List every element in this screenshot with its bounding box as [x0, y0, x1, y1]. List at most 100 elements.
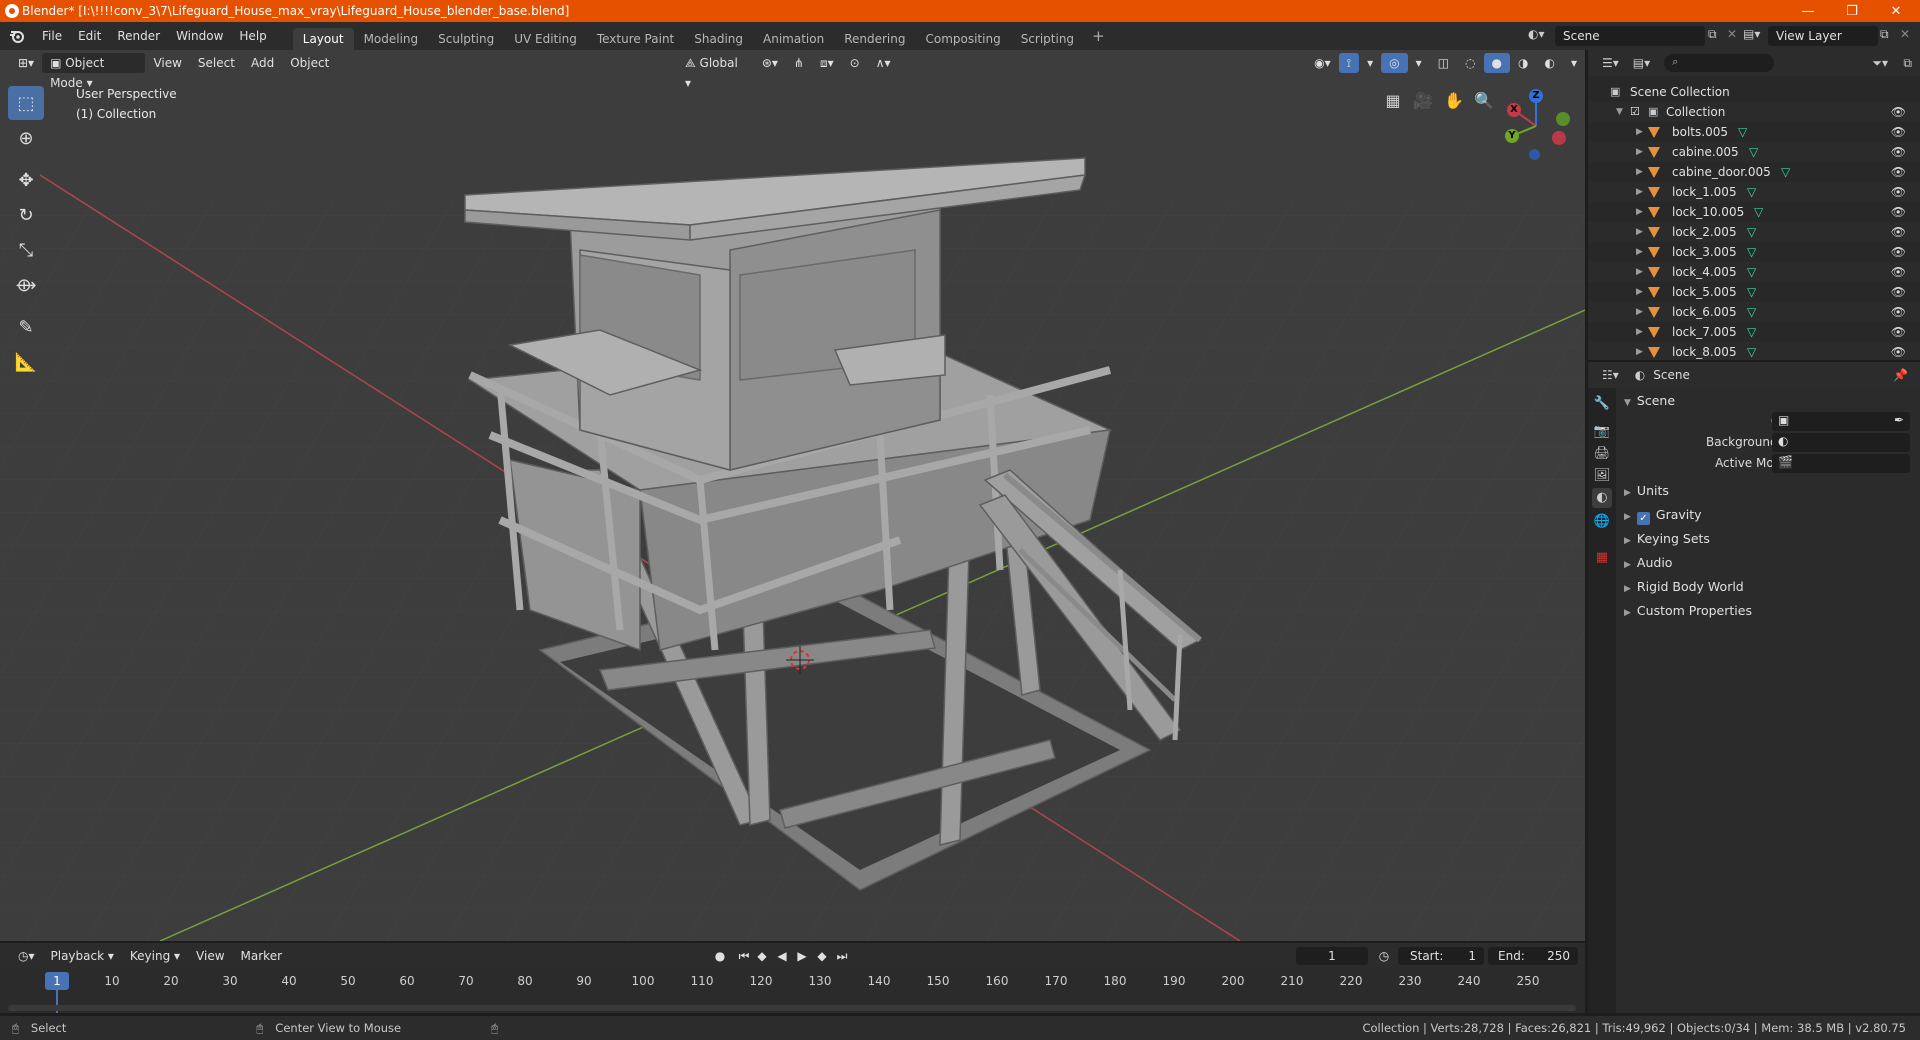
- rendered-shading-icon[interactable]: ◐: [1536, 53, 1562, 73]
- blender-menu-icon[interactable]: [0, 25, 34, 47]
- outliner-item[interactable]: ▶ lock_7.005 ▽ 👁: [1588, 322, 1920, 342]
- eye-icon[interactable]: 👁: [1891, 162, 1906, 182]
- add-workspace-icon[interactable]: +: [1084, 25, 1113, 47]
- menu-file[interactable]: File: [34, 25, 70, 47]
- outliner-item[interactable]: ▶ lock_2.005 ▽ 👁: [1588, 222, 1920, 242]
- mesh-data-icon[interactable]: ▽: [1747, 322, 1756, 342]
- material-shading-icon[interactable]: ◑: [1510, 53, 1536, 73]
- menu-view[interactable]: View: [145, 53, 189, 73]
- tab-layout[interactable]: Layout: [292, 28, 354, 50]
- new-view-layer-icon[interactable]: ⧉: [1880, 27, 1889, 42]
- background-scene-field[interactable]: ◐: [1772, 433, 1910, 452]
- annotate-tool-icon[interactable]: ✎: [8, 310, 44, 344]
- camera-field[interactable]: ▣ ✒: [1772, 412, 1910, 431]
- collapse-icon[interactable]: ▼: [1616, 102, 1623, 122]
- pan-view-icon[interactable]: ✋: [1440, 86, 1468, 114]
- neg-x-axis-icon[interactable]: [1552, 131, 1566, 145]
- maximize-button[interactable]: ❐: [1830, 0, 1874, 22]
- remove-scene-icon[interactable]: ✕: [1727, 27, 1737, 41]
- overlay-toggle-icon[interactable]: ◎: [1381, 53, 1408, 73]
- mesh-data-icon[interactable]: ▽: [1747, 182, 1756, 202]
- rotate-tool-icon[interactable]: ↻: [8, 198, 44, 232]
- menu-keying[interactable]: Keying ▾: [122, 946, 188, 966]
- jump-end-icon[interactable]: ⏭: [834, 948, 850, 964]
- outliner-item[interactable]: ▶ cabine.005 ▽ 👁: [1588, 142, 1920, 162]
- preview-range-icon[interactable]: ◷: [1376, 948, 1392, 964]
- view-layer-selector[interactable]: View Layer: [1768, 26, 1878, 46]
- tab-animation[interactable]: Animation: [753, 28, 834, 50]
- minimize-button[interactable]: —: [1786, 0, 1830, 22]
- select-box-tool-icon[interactable]: ⬚: [8, 86, 44, 120]
- outliner-search-input[interactable]: ⌕: [1664, 54, 1775, 72]
- gravity-checkbox[interactable]: ✓: [1636, 512, 1650, 525]
- zoom-view-icon[interactable]: 🔍: [1470, 86, 1498, 114]
- editor-type-icon[interactable]: ⊞▾: [10, 53, 42, 73]
- texture-tab-icon[interactable]: ▦: [1592, 548, 1612, 568]
- tab-shading[interactable]: Shading: [684, 28, 753, 50]
- expand-icon[interactable]: ▶: [1636, 202, 1643, 222]
- y-axis-icon[interactable]: Y: [1505, 129, 1519, 143]
- cursor-tool-icon[interactable]: ⊕: [8, 121, 44, 155]
- proportional-falloff-icon[interactable]: ∧▾: [868, 53, 899, 73]
- mesh-data-icon[interactable]: ▽: [1747, 262, 1756, 282]
- 3d-viewport[interactable]: ⊞▾ ▣ Object Mode ▾ View Select Add Objec…: [0, 50, 1585, 941]
- expand-icon[interactable]: ▶: [1636, 262, 1643, 282]
- expand-icon[interactable]: ▶: [1636, 122, 1643, 142]
- outliner-scene-collection[interactable]: ▣ Scene Collection: [1588, 82, 1920, 102]
- outliner-item[interactable]: ▶ lock_8.005 ▽ 👁: [1588, 342, 1920, 360]
- eye-icon[interactable]: 👁: [1891, 182, 1906, 202]
- keying-sets-section[interactable]: ▶ Keying Sets: [1624, 528, 1914, 550]
- playhead[interactable]: 1: [45, 972, 69, 990]
- properties-editor-type-icon[interactable]: ☷▾: [1602, 368, 1619, 382]
- current-frame-field[interactable]: 1: [1296, 947, 1368, 965]
- expand-icon[interactable]: ▶: [1636, 282, 1643, 302]
- menu-window[interactable]: Window: [168, 25, 231, 47]
- view-layer-icon[interactable]: ▤▾: [1743, 27, 1760, 41]
- play-reverse-icon[interactable]: ◀: [774, 948, 790, 964]
- scene-section-header[interactable]: ▼ Scene: [1624, 390, 1914, 412]
- outliner-item[interactable]: ▶ lock_4.005 ▽ 👁: [1588, 262, 1920, 282]
- menu-render[interactable]: Render: [109, 25, 168, 47]
- prev-keyframe-icon[interactable]: ◆: [754, 948, 770, 964]
- remove-view-layer-icon[interactable]: ✕: [1900, 27, 1910, 41]
- eye-icon[interactable]: 👁: [1891, 322, 1906, 342]
- shading-dropdown-icon[interactable]: ▾: [1563, 53, 1585, 73]
- render-tab-icon[interactable]: 📷: [1592, 422, 1612, 442]
- transform-tool-icon[interactable]: ⟴: [8, 268, 44, 302]
- tab-compositing[interactable]: Compositing: [915, 28, 1010, 50]
- start-frame-field[interactable]: Start: 1: [1398, 947, 1484, 965]
- z-axis-icon[interactable]: Z: [1529, 89, 1543, 103]
- move-tool-icon[interactable]: ✥: [8, 163, 44, 197]
- mesh-data-icon[interactable]: ▽: [1754, 202, 1763, 222]
- play-icon[interactable]: ▶: [794, 948, 810, 964]
- mesh-data-icon[interactable]: ▽: [1747, 242, 1756, 262]
- tab-rendering[interactable]: Rendering: [834, 28, 915, 50]
- eye-icon[interactable]: 👁: [1891, 302, 1906, 322]
- scale-tool-icon[interactable]: ⤡: [8, 233, 44, 267]
- display-mode-icon[interactable]: ▤▾: [1633, 56, 1650, 70]
- record-icon[interactable]: ●: [712, 948, 728, 964]
- menu-edit[interactable]: Edit: [70, 25, 109, 47]
- snap-icon[interactable]: ⋔: [786, 53, 812, 73]
- outliner-item[interactable]: ▶ cabine_door.005 ▽ 👁: [1588, 162, 1920, 182]
- gizmo-dropdown-icon[interactable]: ▾: [1359, 53, 1381, 73]
- scene-type-icon[interactable]: ◐▾: [1528, 27, 1545, 41]
- transform-orientation-selector[interactable]: ⟁ Global ▾: [677, 53, 754, 90]
- menu-select[interactable]: Select: [190, 53, 243, 73]
- gravity-section[interactable]: ▶ ✓ Gravity: [1624, 504, 1914, 526]
- eye-icon[interactable]: 👁: [1891, 282, 1906, 302]
- menu-marker[interactable]: Marker: [233, 946, 290, 966]
- next-keyframe-icon[interactable]: ◆: [814, 948, 830, 964]
- eye-icon[interactable]: 👁: [1891, 342, 1906, 360]
- mesh-data-icon[interactable]: ▽: [1749, 142, 1758, 162]
- eye-icon[interactable]: 👁: [1891, 202, 1906, 222]
- outliner-item[interactable]: ▶ lock_1.005 ▽ 👁: [1588, 182, 1920, 202]
- expand-icon[interactable]: ▶: [1636, 342, 1643, 360]
- outliner-collection[interactable]: ▼ ☑ ▣ Collection 👁: [1588, 102, 1920, 122]
- menu-help[interactable]: Help: [231, 25, 274, 47]
- scene-tab-icon[interactable]: ◐: [1592, 488, 1612, 508]
- output-tab-icon[interactable]: 🖨: [1592, 444, 1612, 464]
- wireframe-shading-icon[interactable]: ◌: [1457, 53, 1483, 73]
- overlay-dropdown-icon[interactable]: ▾: [1408, 53, 1430, 73]
- new-collection-icon[interactable]: ⧉: [1903, 56, 1912, 71]
